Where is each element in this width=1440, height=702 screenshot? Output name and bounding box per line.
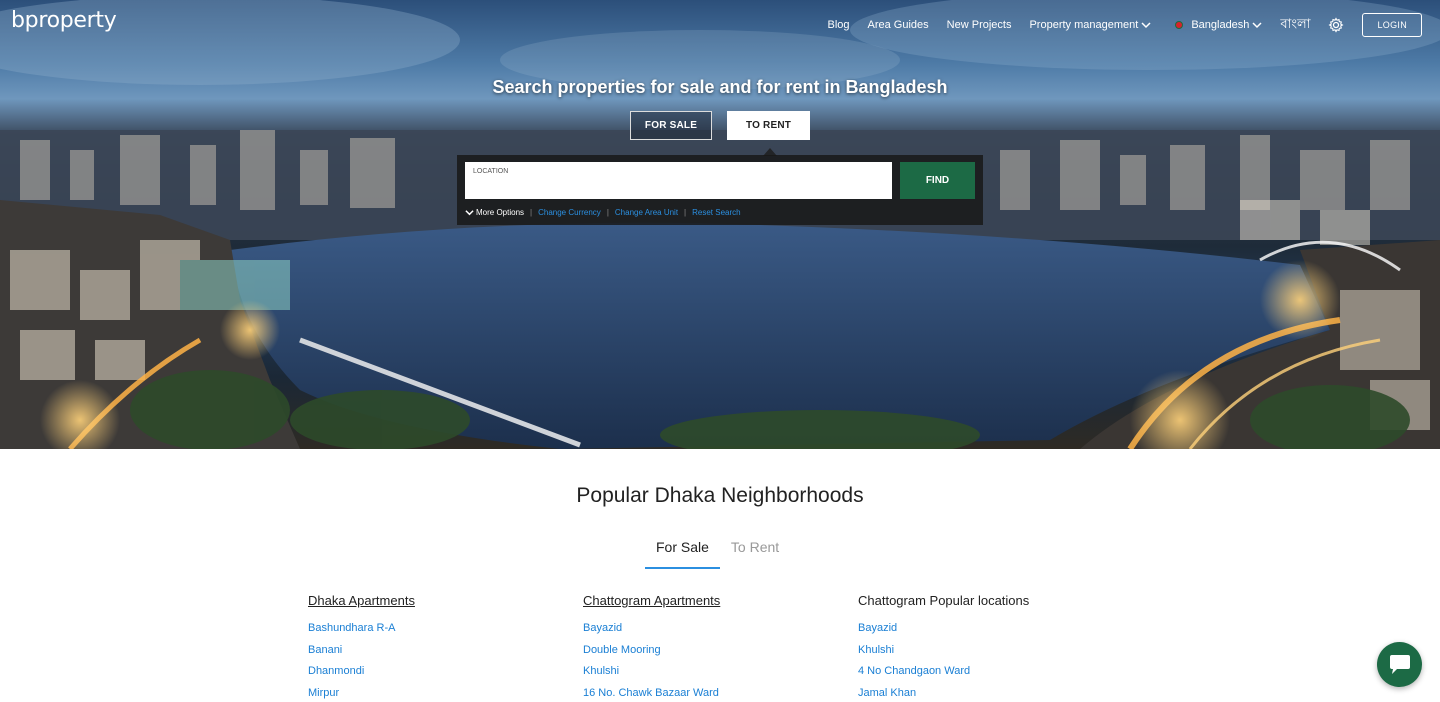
chat-button[interactable] [1377, 642, 1422, 687]
chat-icon [1389, 654, 1410, 674]
separator: | [530, 208, 533, 217]
list-item[interactable]: Bashundhara R-A [308, 622, 583, 644]
list-item[interactable]: Mirpur [308, 687, 583, 702]
nav-property-management[interactable]: Property management [1029, 19, 1151, 31]
search-options: More Options | Change Currency | Change … [465, 208, 741, 217]
separator: | [684, 208, 687, 217]
column-heading[interactable]: Dhaka Apartments [308, 593, 583, 609]
change-area-unit-link[interactable]: Change Area Unit [615, 208, 678, 217]
change-currency-link[interactable]: Change Currency [538, 208, 601, 217]
country-selector[interactable]: Bangladesh [1175, 19, 1262, 31]
tab-for-sale[interactable]: FOR SALE [630, 111, 712, 140]
more-options-label: More Options [476, 208, 525, 217]
separator: | [606, 208, 609, 217]
list-item[interactable]: Bayazid [583, 622, 858, 644]
neighborhood-columns: Dhaka Apartments Bashundhara R-A Banani … [308, 593, 1133, 702]
list-item[interactable]: Dhanmondi [308, 665, 583, 687]
list-item[interactable]: Jamal Khan [858, 687, 1133, 702]
settings-button[interactable] [1328, 17, 1344, 33]
chevron-down-icon [1141, 22, 1151, 29]
list-item[interactable]: Banani [308, 644, 583, 666]
tab-for-sale-neighborhoods[interactable]: For Sale [645, 537, 720, 569]
nav-property-management-label: Property management [1029, 19, 1139, 31]
chevron-down-icon [1252, 22, 1262, 29]
chevron-down-icon [465, 210, 474, 216]
more-options-toggle[interactable]: More Options [465, 208, 524, 217]
list-item[interactable]: Khulshi [858, 644, 1133, 666]
list-item[interactable]: Double Mooring [583, 644, 858, 666]
bproperty-logo[interactable]: bproperty [11, 8, 117, 33]
column-chattogram-popular-locations: Chattogram Popular locations Bayazid Khu… [858, 593, 1133, 702]
list-item[interactable]: Bayazid [858, 622, 1133, 644]
country-label: Bangladesh [1191, 19, 1250, 31]
hero-title: Search properties for sale and for rent … [492, 77, 948, 97]
search-panel: LOCATION FIND More Options | Change Curr… [457, 155, 983, 225]
list-item[interactable]: Khulshi [583, 665, 858, 687]
nav-area-guides[interactable]: Area Guides [868, 19, 929, 31]
login-button[interactable]: LOGIN [1362, 13, 1422, 37]
purpose-tabs: FOR SALE TO RENT [630, 111, 810, 140]
location-input[interactable]: LOCATION [465, 162, 892, 199]
column-heading[interactable]: Chattogram Apartments [583, 593, 858, 609]
tab-to-rent-neighborhoods[interactable]: To Rent [720, 537, 790, 569]
list-item[interactable]: 16 No. Chawk Bazaar Ward [583, 687, 858, 702]
list-item[interactable]: 4 No Chandgaon Ward [858, 665, 1133, 687]
nav-blog[interactable]: Blog [827, 19, 849, 31]
hero-banner: bproperty Blog Area Guides New Projects … [0, 0, 1440, 449]
neighborhood-tabs: For Sale To Rent [645, 537, 790, 569]
settings-gear-icon [1328, 17, 1344, 33]
nav-new-projects[interactable]: New Projects [947, 19, 1012, 31]
find-button[interactable]: FIND [900, 162, 975, 199]
reset-search-link[interactable]: Reset Search [692, 208, 740, 217]
neighborhoods-title: Popular Dhaka Neighborhoods [576, 484, 864, 507]
column-chattogram-apartments: Chattogram Apartments Bayazid Double Moo… [583, 593, 858, 702]
location-label: LOCATION [473, 168, 509, 175]
top-nav: Blog Area Guides New Projects Property m… [809, 13, 1422, 37]
bangladesh-flag-icon [1175, 21, 1184, 29]
column-heading: Chattogram Popular locations [858, 593, 1030, 608]
language-switch[interactable]: বাংলা [1280, 15, 1310, 36]
tab-to-rent[interactable]: TO RENT [727, 111, 810, 140]
column-dhaka-apartments: Dhaka Apartments Bashundhara R-A Banani … [308, 593, 583, 702]
